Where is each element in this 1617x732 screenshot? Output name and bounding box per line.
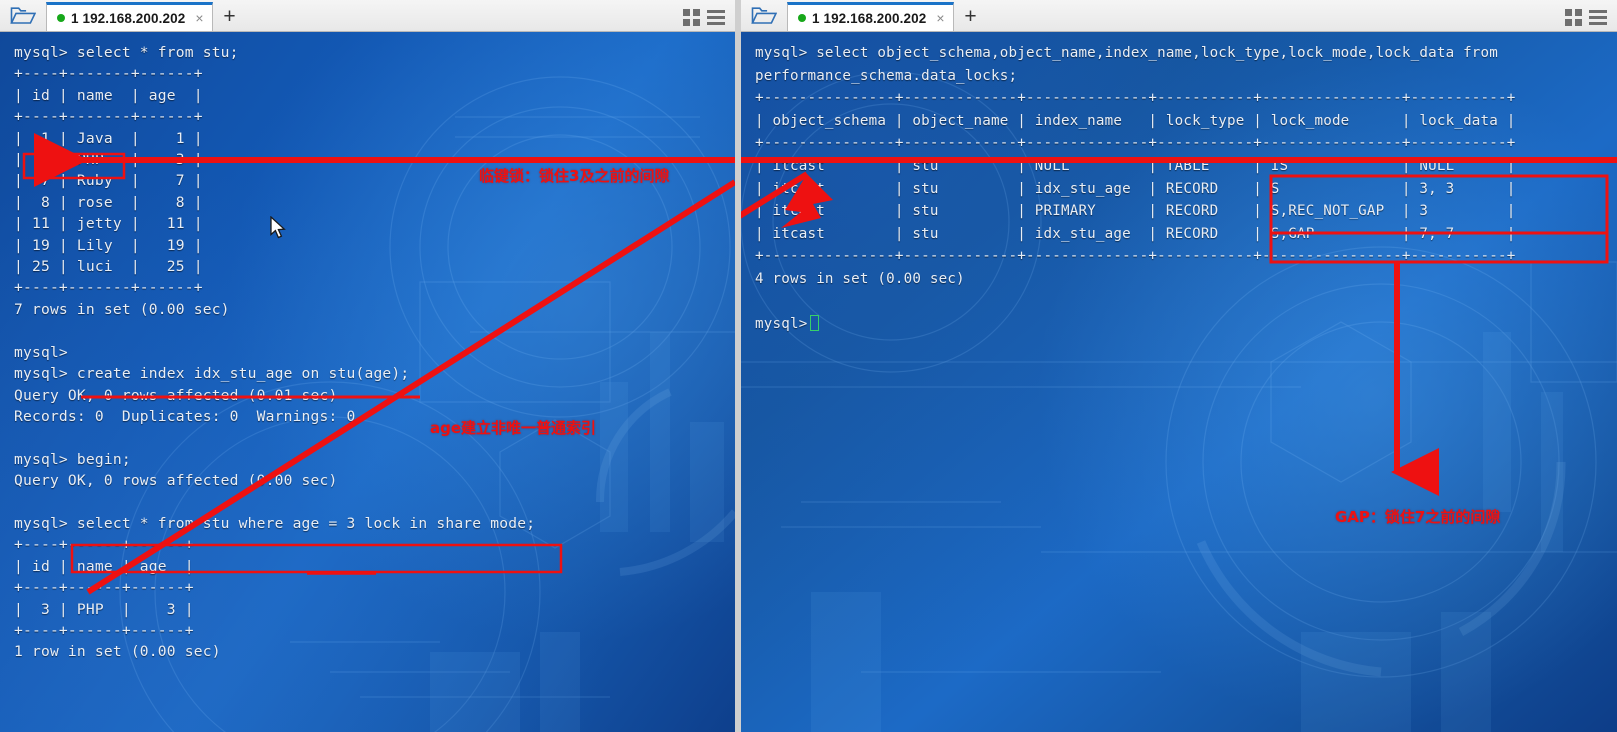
console-text-right: mysql> select object_schema,object_name,… xyxy=(755,45,1516,333)
console-output-right: mysql> select object_schema,object_name,… xyxy=(755,42,1617,336)
tab-label: 1 192.168.200.202 xyxy=(71,10,186,26)
terminal-body-right[interactable]: mysql> select object_schema,object_name,… xyxy=(741,32,1617,732)
terminal-cursor xyxy=(810,315,820,332)
close-icon[interactable]: × xyxy=(195,10,203,26)
terminal-scroll-right[interactable]: mysql> select object_schema,object_name,… xyxy=(741,32,1617,732)
new-tab-button[interactable]: + xyxy=(954,2,988,31)
tabbar-left: 1 192.168.200.202 × + xyxy=(0,0,735,32)
hamburger-menu-icon[interactable] xyxy=(707,10,725,25)
terminal-window-right: 1 192.168.200.202 × + mysql> select obje… xyxy=(741,0,1617,732)
folder-open-icon[interactable] xyxy=(0,0,46,31)
tab-label: 1 192.168.200.202 xyxy=(812,10,927,26)
tab-192-168-200-202-left[interactable]: 1 192.168.200.202 × xyxy=(46,2,213,31)
close-icon[interactable]: × xyxy=(936,10,944,26)
tabbar-right-controls-left xyxy=(683,9,735,31)
console-output-left: mysql> select * from stu; +----+-------+… xyxy=(14,44,536,661)
tab-192-168-200-202-right[interactable]: 1 192.168.200.202 × xyxy=(787,2,954,31)
hamburger-menu-icon[interactable] xyxy=(1589,10,1607,25)
terminal-scroll-left[interactable]: mysql> select * from stu; +----+-------+… xyxy=(0,32,735,732)
terminal-body-left[interactable]: mysql> select * from stu; +----+-------+… xyxy=(0,32,735,732)
tabbar-right: 1 192.168.200.202 × + xyxy=(741,0,1617,32)
folder-open-icon[interactable] xyxy=(741,0,787,31)
grid-view-icon[interactable] xyxy=(683,9,700,26)
new-tab-button[interactable]: + xyxy=(213,2,247,31)
screen-root: 1 192.168.200.202 × + mysql> select * fr… xyxy=(0,0,1617,732)
tab-status-dot xyxy=(57,14,65,22)
terminal-window-left: 1 192.168.200.202 × + mysql> select * fr… xyxy=(0,0,735,732)
tab-status-dot xyxy=(798,14,806,22)
grid-view-icon[interactable] xyxy=(1565,9,1582,26)
tabbar-right-controls-right xyxy=(1565,9,1617,31)
